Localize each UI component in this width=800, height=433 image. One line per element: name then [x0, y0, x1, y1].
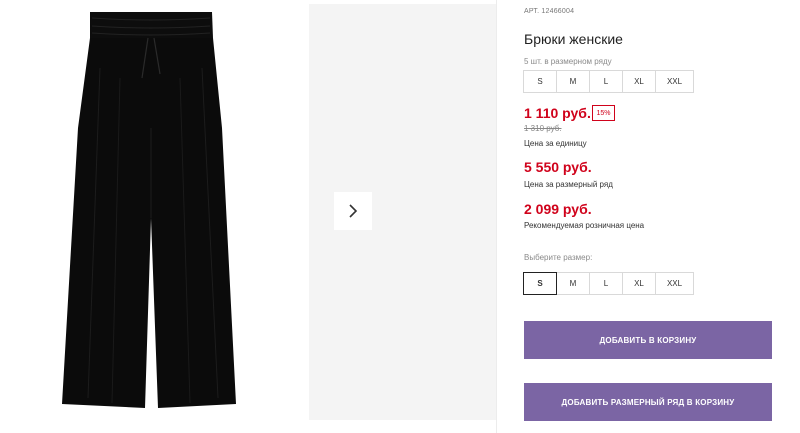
- unit-price-label: Цена за единицу: [524, 139, 587, 148]
- row-size: XXL: [655, 70, 694, 93]
- row-size: M: [556, 70, 590, 93]
- row-size: S: [523, 70, 557, 93]
- chevron-right-icon: [349, 204, 358, 218]
- product-title: Брюки женские: [524, 31, 623, 47]
- size-option-s[interactable]: S: [523, 272, 557, 295]
- unit-price: 1 110 руб.: [524, 105, 591, 121]
- product-photo: [0, 0, 300, 433]
- size-option-m[interactable]: M: [556, 272, 590, 295]
- add-row-to-cart-button[interactable]: ДОБАВИТЬ РАЗМЕРНЫЙ РЯД В КОРЗИНУ: [524, 383, 772, 421]
- row-size: L: [589, 70, 623, 93]
- add-to-cart-button[interactable]: ДОБАВИТЬ В КОРЗИНУ: [524, 321, 772, 359]
- row-sizes: S M L XL XXL: [523, 70, 694, 93]
- black-trousers-image: [62, 12, 236, 408]
- row-size-note: 5 шт. в размерном ряду: [524, 57, 612, 66]
- rrp-price-label: Рекомендуемая розничная цена: [524, 221, 645, 230]
- size-option-xl[interactable]: XL: [622, 272, 656, 295]
- choose-size-label: Выберите размер:: [524, 253, 593, 262]
- row-price-label: Цена за размерный ряд: [524, 180, 613, 189]
- product-page: АРТ. 12466004 Брюки женские 5 шт. в разм…: [0, 0, 800, 433]
- size-option-xxl[interactable]: XXL: [655, 272, 694, 295]
- gallery-next-button[interactable]: [334, 192, 372, 230]
- row-size: XL: [622, 70, 656, 93]
- discount-badge: 15%: [592, 105, 615, 121]
- article-number: АРТ. 12466004: [524, 8, 575, 15]
- size-picker: S M L XL XXL: [523, 272, 694, 295]
- row-price: 5 550 руб.: [524, 159, 592, 175]
- old-price: 1 310 руб.: [524, 124, 562, 133]
- size-option-l[interactable]: L: [589, 272, 623, 295]
- product-info: АРТ. 12466004 Брюки женские 5 шт. в разм…: [496, 0, 800, 433]
- rrp-price: 2 099 руб.: [524, 201, 592, 217]
- gallery-panel: [309, 4, 496, 420]
